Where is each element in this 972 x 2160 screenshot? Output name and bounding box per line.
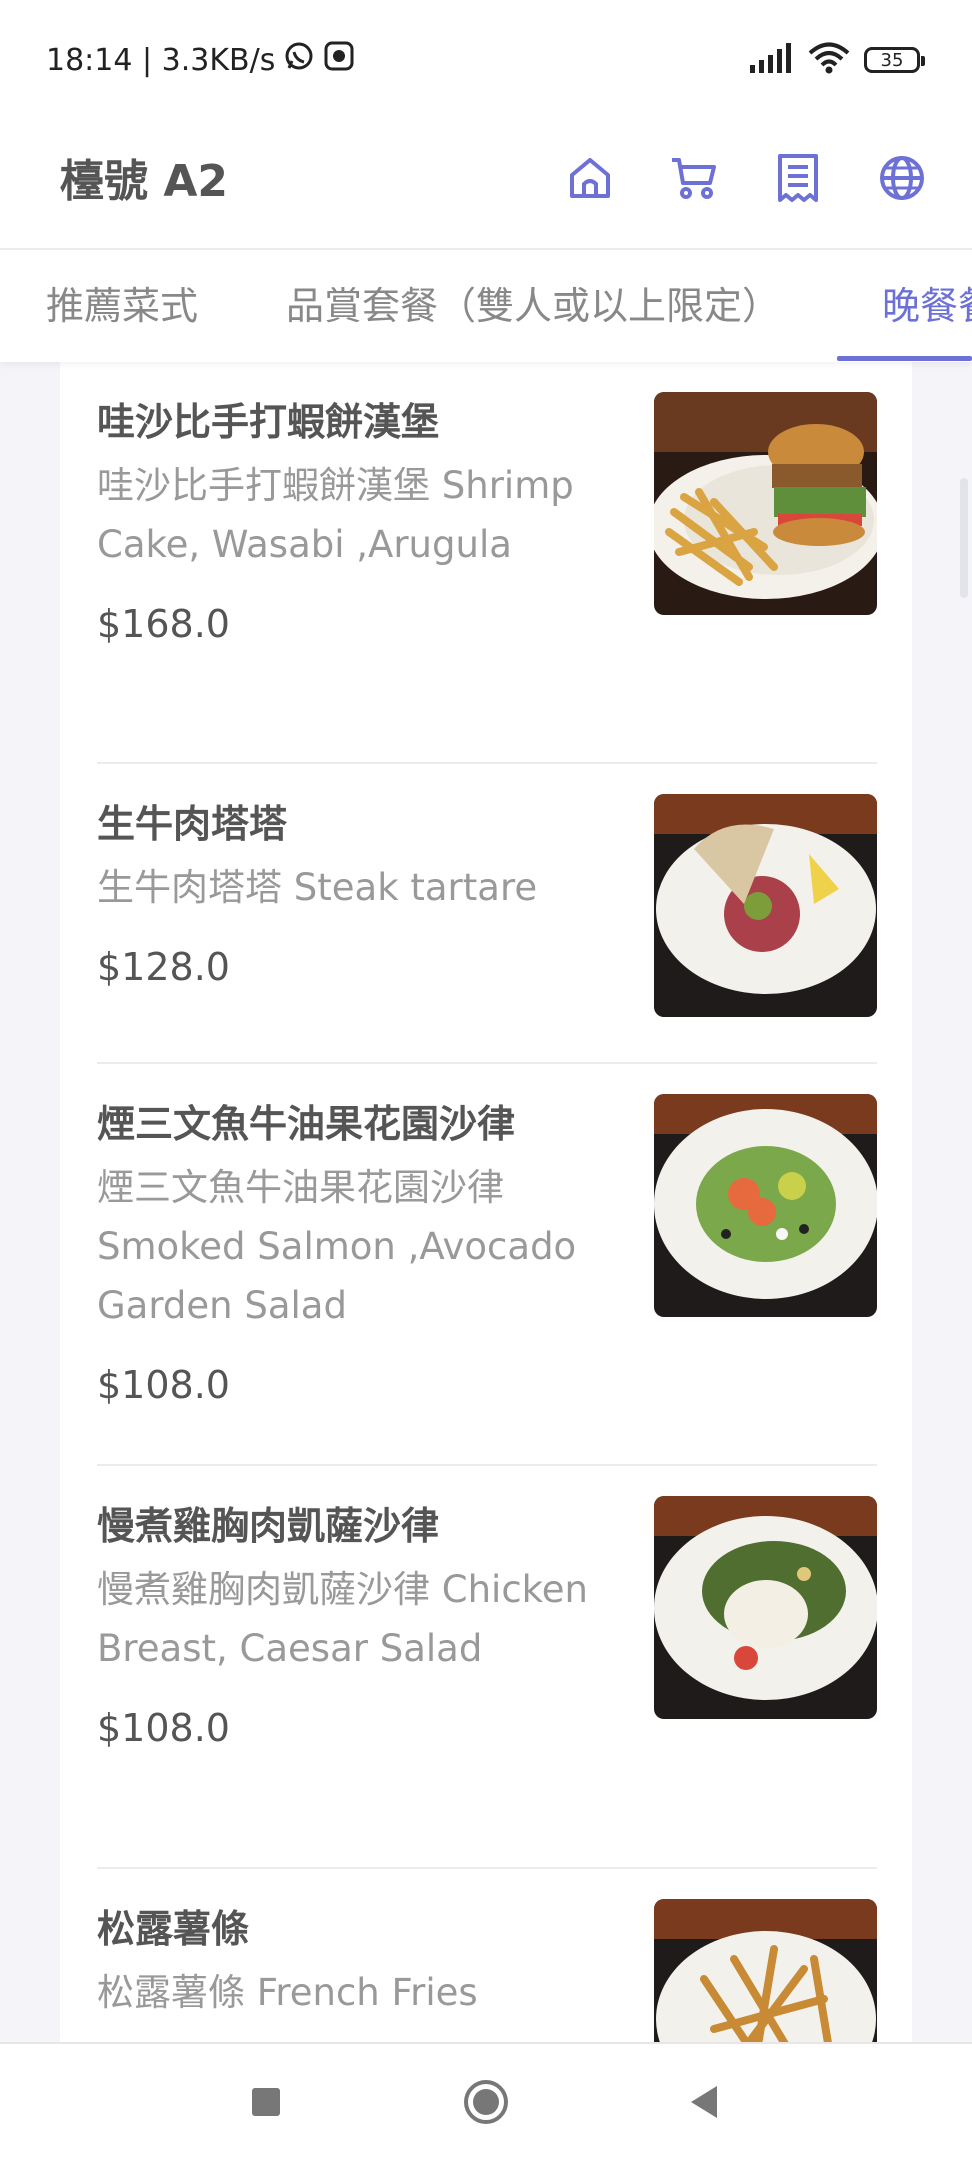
- header-actions: [558, 146, 934, 210]
- globe-icon[interactable]: [870, 146, 934, 210]
- menu-card: 哇沙比手打蝦餅漢堡 哇沙比手打蝦餅漢堡 Shrimp Cake, Wasabi …: [60, 362, 912, 2042]
- receipt-icon[interactable]: [766, 146, 830, 210]
- item-divider: [97, 762, 877, 764]
- item-price: $108.0: [97, 1363, 230, 1407]
- status-right: 35: [750, 40, 925, 80]
- menu-content[interactable]: 哇沙比手打蝦餅漢堡 哇沙比手打蝦餅漢堡 Shrimp Cake, Wasabi …: [0, 362, 972, 2042]
- item-description: 松露薯條 French Fries: [97, 1971, 478, 2014]
- item-divider: [97, 1867, 877, 1869]
- back-button[interactable]: [676, 2074, 732, 2130]
- tab-tasting-set[interactable]: 品賞套餐（雙人或以上限定）: [286, 250, 780, 362]
- item-description: 生牛肉塔塔 Steak tartare: [97, 866, 538, 909]
- menu-item[interactable]: 慢煮雞胸肉凱薩沙律 慢煮雞胸肉凱薩沙律 Chicken Breast, Caes…: [97, 1496, 877, 1758]
- system-nav-bar: [0, 2042, 972, 2160]
- menu-item[interactable]: 煙三文魚牛油果花園沙律 煙三文魚牛油果花園沙律 Smoked Salmon ,A…: [97, 1094, 877, 1415]
- status-bar: 18:14 | 3.3KB/s 35: [0, 0, 972, 118]
- app-header: 檯號 A2: [0, 118, 972, 250]
- home-button[interactable]: [458, 2074, 514, 2130]
- tab-recommended[interactable]: 推薦菜式: [46, 250, 198, 362]
- menu-item[interactable]: 生牛肉塔塔 生牛肉塔塔 Steak tartare $128.0: [97, 794, 877, 1017]
- battery-icon: 35: [864, 47, 925, 73]
- battery-level: 35: [880, 49, 904, 71]
- home-icon[interactable]: [558, 146, 622, 210]
- active-tab-indicator: [837, 356, 972, 361]
- item-divider: [97, 1464, 877, 1466]
- item-photo[interactable]: [654, 1899, 877, 2042]
- screen-record-icon: [323, 40, 355, 80]
- item-photo[interactable]: [654, 392, 877, 615]
- item-description: 慢煮雞胸肉凱薩沙律 Chicken Breast, Caesar Salad: [97, 1568, 588, 1670]
- item-divider: [97, 1062, 877, 1064]
- signal-icon: [750, 43, 794, 77]
- wifi-icon: [808, 42, 850, 78]
- table-title: 檯號 A2: [60, 156, 228, 207]
- recent-apps-button[interactable]: [238, 2074, 294, 2130]
- whatsapp-icon: [283, 40, 315, 80]
- item-photo[interactable]: [654, 794, 877, 1017]
- menu-item[interactable]: 哇沙比手打蝦餅漢堡 哇沙比手打蝦餅漢堡 Shrimp Cake, Wasabi …: [97, 392, 877, 654]
- item-description: 哇沙比手打蝦餅漢堡 Shrimp Cake, Wasabi ,Arugula: [97, 464, 574, 566]
- cart-icon[interactable]: [662, 146, 726, 210]
- scrollbar[interactable]: [960, 478, 968, 598]
- menu-item[interactable]: 松露薯條 松露薯條 French Fries: [97, 1899, 877, 2042]
- status-time-speed: 18:14 | 3.3KB/s: [46, 42, 276, 78]
- category-tabs: 推薦菜式 品賞套餐（雙人或以上限定） 晚餐餐: [0, 250, 972, 362]
- tab-dinner[interactable]: 晚餐餐: [882, 250, 972, 362]
- item-photo[interactable]: [654, 1496, 877, 1719]
- item-photo[interactable]: [654, 1094, 877, 1317]
- status-left: 18:14 | 3.3KB/s: [46, 40, 355, 80]
- item-description: 煙三文魚牛油果花園沙律 Smoked Salmon ,Avocado Garde…: [97, 1166, 577, 1327]
